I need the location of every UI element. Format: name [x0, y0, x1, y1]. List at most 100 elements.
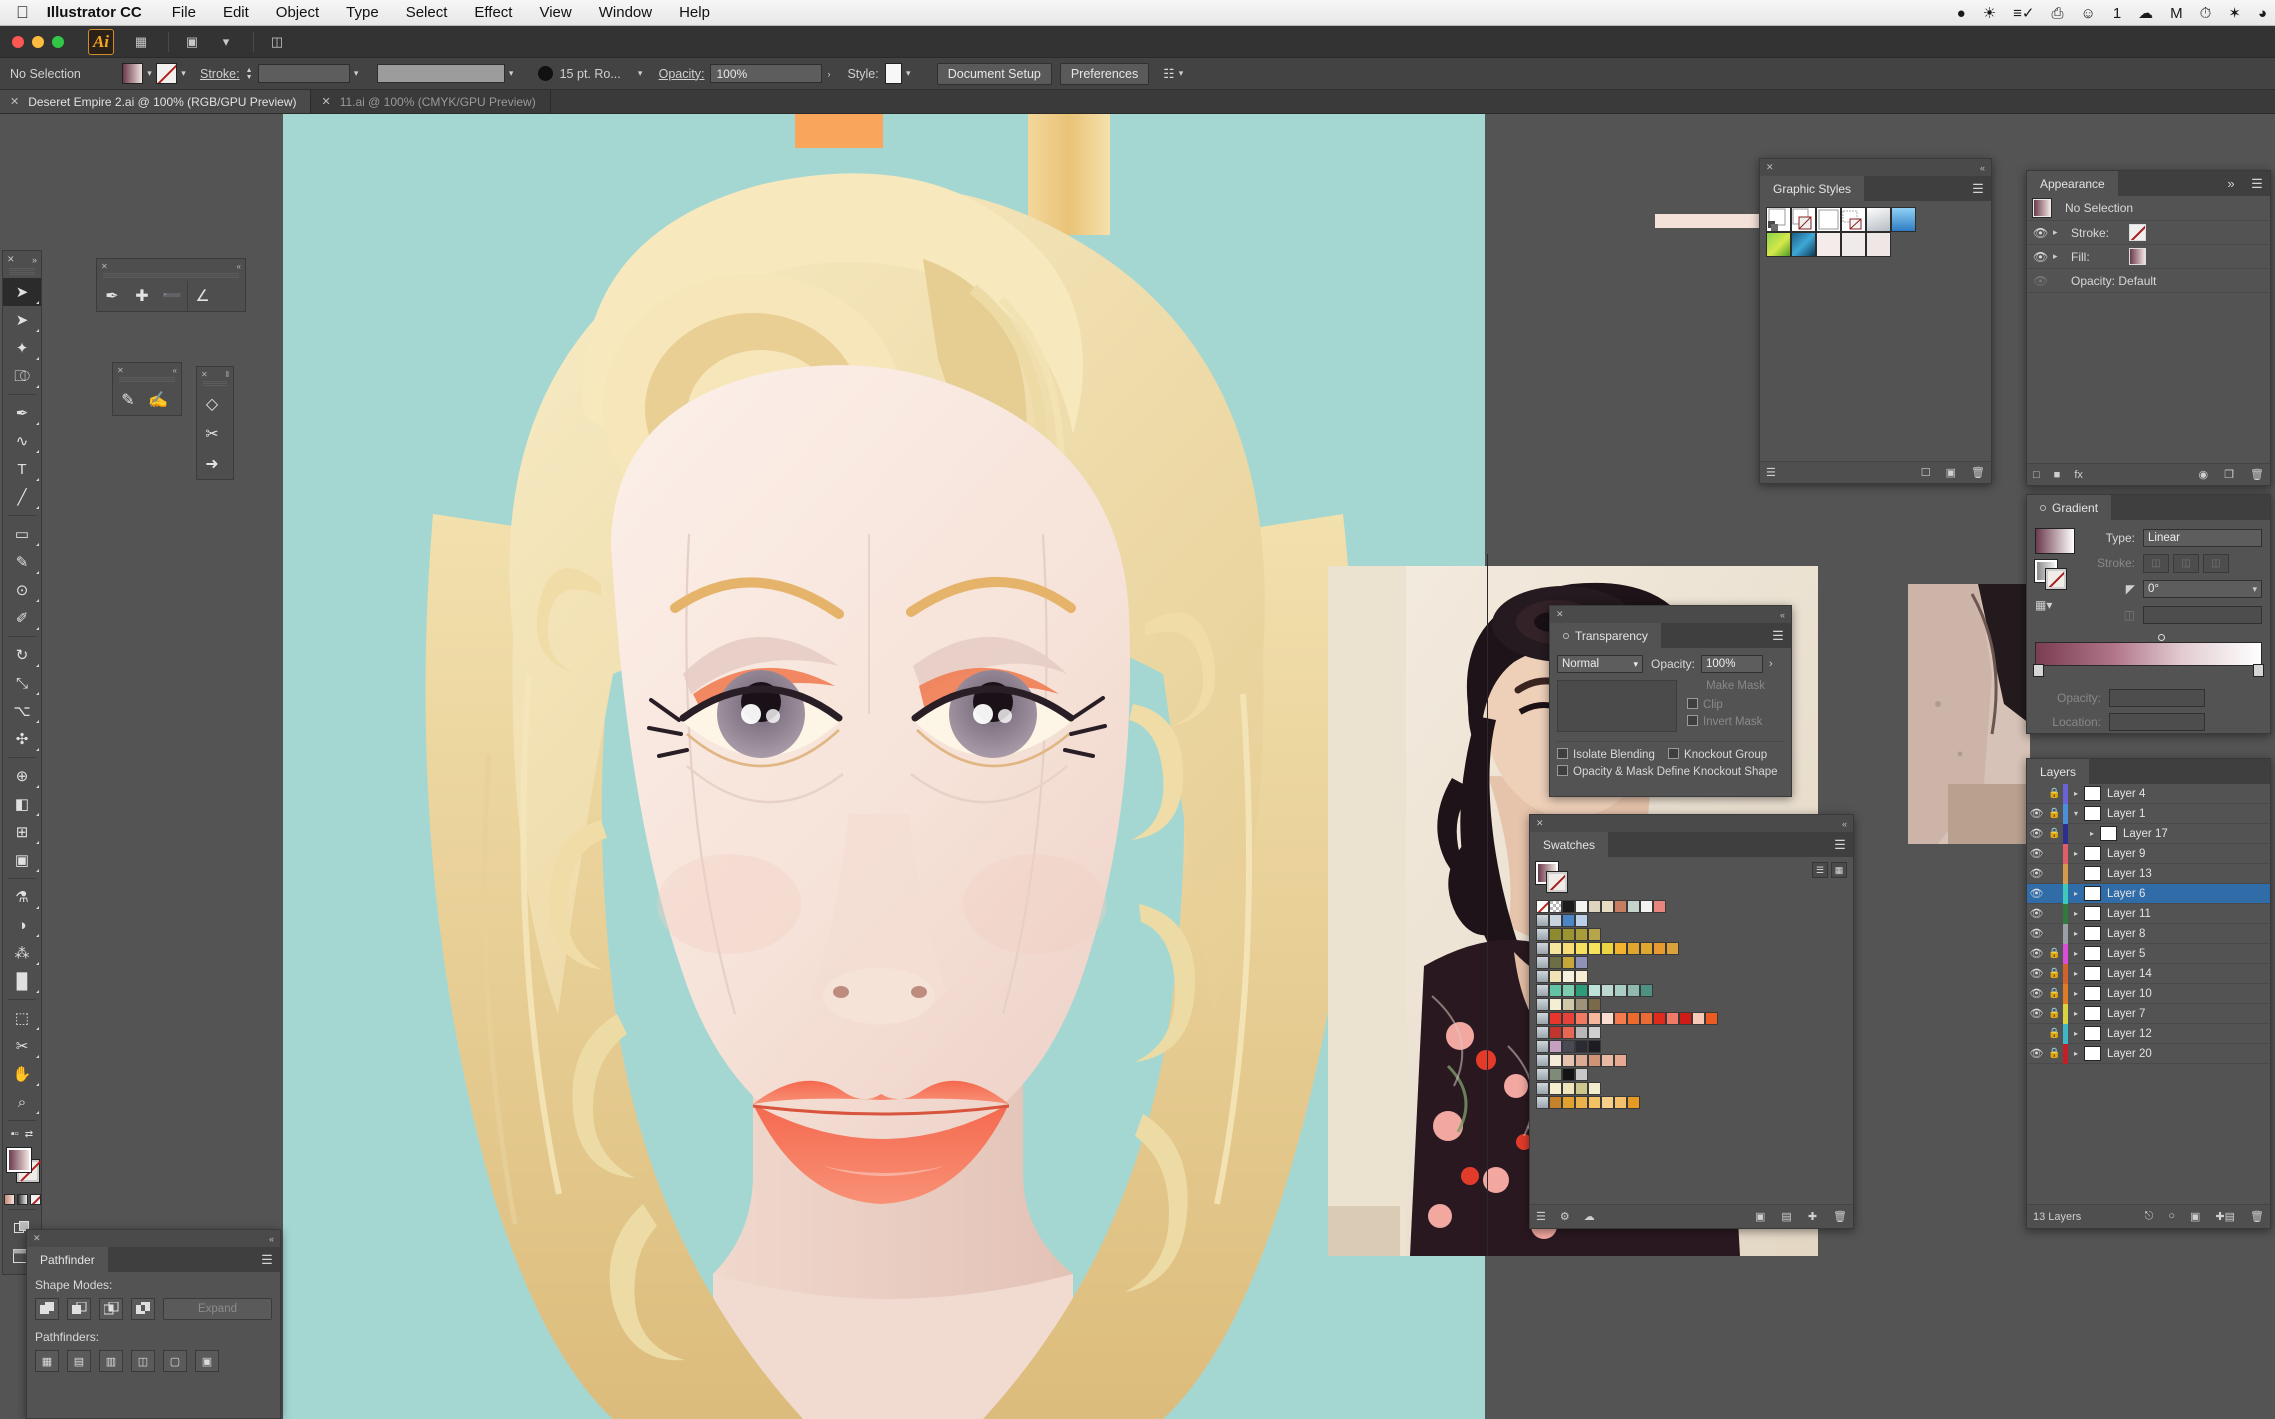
merge-icon[interactable]: ▥ — [99, 1350, 123, 1372]
wifi-icon[interactable]: ◕ — [2258, 6, 2267, 21]
stroke-weight-dropdown-icon[interactable]: ▾ — [350, 63, 363, 84]
swatch-cell[interactable] — [1705, 1012, 1718, 1025]
color-group-icon[interactable] — [1536, 1096, 1549, 1109]
layer-row[interactable]: 👁 🔒 ▸ Layer 7 — [2027, 1003, 2270, 1024]
close-icon[interactable]: ✕ — [321, 95, 330, 108]
menu-effect[interactable]: Effect — [474, 4, 512, 21]
color-group-icon[interactable] — [1536, 970, 1549, 983]
layer-row[interactable]: 👁 🔒 ▸ Layer 20 — [2027, 1043, 2270, 1064]
lasso-tool[interactable]: ⎄ — [3, 362, 41, 390]
swatch-cell[interactable] — [1588, 984, 1601, 997]
layer-row[interactable]: 🔒 ▸ Layer 12 — [2027, 1023, 2270, 1044]
default-fill-stroke-icon[interactable]: ▪▫ — [11, 1128, 19, 1140]
window-minimize-button[interactable] — [32, 35, 44, 48]
stroke-label[interactable]: Stroke: — [200, 67, 240, 81]
gradient-mode-button[interactable] — [16, 1194, 28, 1205]
gradient-stroke-box[interactable] — [2045, 568, 2067, 590]
swatch-cell[interactable] — [1588, 900, 1601, 913]
swatch-cell[interactable] — [1653, 900, 1666, 913]
swatch-cell[interactable] — [1601, 1012, 1614, 1025]
type-tool[interactable]: T — [3, 455, 41, 483]
appearance-stroke-row[interactable]: 👁 ▸ Stroke: — [2027, 221, 2270, 245]
opacity-field[interactable]: 100% — [710, 64, 823, 83]
eye-icon[interactable]: 👁 — [2027, 947, 2046, 960]
swatch-cell[interactable] — [1575, 1068, 1588, 1081]
fill-stroke-indicator[interactable] — [3, 1146, 41, 1192]
swatches-fill-stroke-indicator[interactable] — [1535, 861, 1578, 894]
swatch-cell[interactable] — [1640, 984, 1653, 997]
collapse-icon[interactable]: « — [1980, 163, 1985, 173]
color-group-icon[interactable] — [1536, 928, 1549, 941]
tab-graphic-styles[interactable]: Graphic Styles — [1760, 176, 1865, 201]
layers-list[interactable]: 🔒 ▸ Layer 4 👁 🔒 ▾ Layer 1 👁 🔒 ▸ Layer 17 👁 ▸ Layer 9 👁… — [2027, 784, 2270, 1176]
chevron-down-icon[interactable]: ▾ — [211, 31, 241, 53]
swatch-cell[interactable] — [1562, 914, 1575, 927]
color-group-icon[interactable] — [1536, 998, 1549, 1011]
swatch-cell[interactable] — [1601, 942, 1614, 955]
free-transform-tool[interactable]: ✣ — [3, 725, 41, 753]
panel-menu-icon[interactable]: ☰ — [1965, 176, 1991, 201]
graphic-style-swatch[interactable] — [1766, 232, 1791, 257]
bridge-icon[interactable]: ▦ — [126, 31, 156, 53]
swatch-cell[interactable] — [1549, 984, 1562, 997]
artboard[interactable] — [283, 114, 1485, 1419]
style-dropdown-icon[interactable]: ▾ — [902, 63, 915, 84]
knockout-group-row[interactable]: Knockout Group — [1668, 748, 1767, 761]
swatch-options-icon[interactable]: ☁ — [1584, 1210, 1595, 1223]
gradient-angle-field[interactable]: 0° ▾ — [2143, 580, 2262, 598]
outline-icon[interactable]: ▢ — [163, 1350, 187, 1372]
swatch-cell[interactable] — [1627, 942, 1640, 955]
color-group-icon[interactable] — [1536, 942, 1549, 955]
stroke-gradient-along-icon[interactable]: ◫ — [2173, 553, 2199, 573]
color-group-icon[interactable] — [1536, 956, 1549, 969]
align-dropdown-icon[interactable]: ▾ — [1174, 63, 1187, 84]
swatch-cell[interactable] — [1575, 1026, 1588, 1039]
swatch-cell[interactable] — [1562, 1012, 1575, 1025]
opacity-label[interactable]: Opacity: — [659, 67, 705, 81]
swatch-cell[interactable] — [1549, 1082, 1562, 1095]
swatch-cell[interactable] — [1575, 914, 1588, 927]
collapse-icon[interactable]: ‖ — [226, 370, 229, 379]
stock-icon[interactable]: ▣ — [177, 31, 207, 53]
swatch-cell[interactable] — [1627, 1096, 1640, 1109]
rotate-tool[interactable]: ↻ — [3, 641, 41, 669]
swatch-cell[interactable] — [1575, 956, 1588, 969]
variable-width-profile-field[interactable] — [376, 64, 505, 83]
close-icon[interactable]: ✕ — [201, 370, 208, 379]
gradient-stop-end[interactable] — [2253, 664, 2264, 677]
menu-help[interactable]: Help — [679, 4, 710, 21]
make-clipping-mask-icon[interactable]: ○ — [2168, 1210, 2175, 1223]
swatch-cell[interactable] — [1666, 1012, 1679, 1025]
apple-icon[interactable]:  — [16, 4, 29, 21]
eraser-tool[interactable]: ◇ — [197, 389, 227, 419]
collapse-icon[interactable]: » — [32, 255, 37, 265]
stroke-weight-stepper[interactable]: ▲ ▼ — [246, 67, 256, 81]
direct-selection-tool[interactable]: ➤ — [3, 306, 41, 334]
swatch-cell[interactable] — [1549, 1068, 1562, 1081]
appearance-target-row[interactable]: No Selection — [2027, 196, 2270, 221]
add-anchor-point-tool[interactable]: ✚ — [127, 281, 157, 311]
collapse-icon[interactable]: « — [1842, 819, 1847, 829]
graphic-style-swatch[interactable] — [1891, 207, 1916, 232]
disclosure-icon[interactable]: ▸ — [2068, 949, 2084, 958]
selection-tool[interactable]: ➤ — [3, 278, 41, 306]
swatch-cell[interactable] — [1562, 956, 1575, 969]
unite-icon[interactable] — [35, 1298, 59, 1320]
swatch-cell[interactable] — [1536, 900, 1549, 913]
close-icon[interactable]: ✕ — [1556, 609, 1564, 620]
swatch-cell[interactable] — [1666, 942, 1679, 955]
paintbrush-tool[interactable]: ✎ — [3, 548, 41, 576]
swatch-cell[interactable] — [1549, 928, 1562, 941]
swatch-cell[interactable] — [1601, 984, 1614, 997]
panel-title-bar[interactable]: ✕ « — [27, 1230, 280, 1247]
swatch-cell[interactable] — [1601, 1096, 1614, 1109]
swap-fill-stroke-icon[interactable]: ⇄ — [25, 1129, 33, 1140]
disclosure-icon[interactable]: ▸ — [2068, 1029, 2084, 1038]
break-link-icon[interactable]: ☐ — [1921, 466, 1931, 479]
stroke-gradient-across-icon[interactable]: ◫ — [2203, 553, 2229, 573]
disclosure-icon[interactable]: ▸ — [2068, 929, 2084, 938]
window-close-button[interactable] — [12, 35, 24, 48]
collapse-icon[interactable]: « — [237, 262, 241, 271]
swatch-cell[interactable] — [1640, 1012, 1653, 1025]
swatch-cell[interactable] — [1640, 900, 1653, 913]
